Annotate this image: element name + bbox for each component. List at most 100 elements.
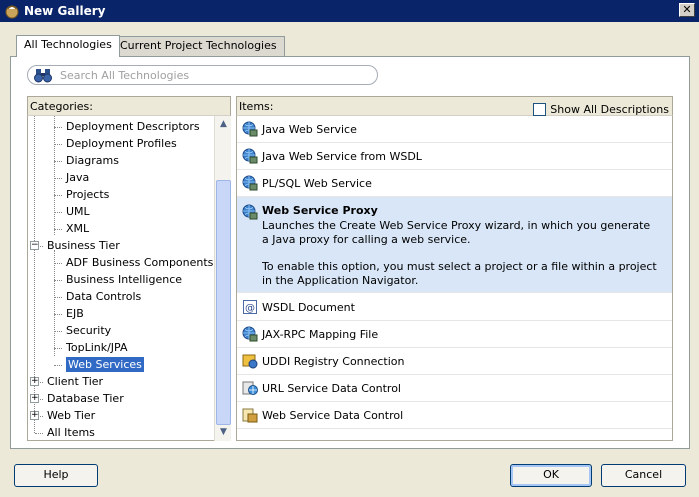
tab-all-technologies[interactable]: All Technologies (16, 35, 120, 57)
close-button[interactable]: ✕ (679, 3, 695, 17)
svg-text:@: @ (245, 303, 255, 314)
gallery-item-text: JAX-RPC Mapping File (262, 327, 379, 341)
wsdl-document-icon: @ (242, 299, 258, 315)
gallery-item[interactable]: UDDI Registry Connection (237, 348, 672, 375)
tree-connector (54, 127, 62, 128)
categories-tree[interactable]: Deployment Descriptors Deployment Profile… (27, 116, 231, 441)
gallery-item-title: Web Service Proxy (262, 204, 378, 217)
category-label: Business Intelligence (66, 273, 183, 286)
scroll-thumb[interactable] (216, 180, 231, 425)
tree-connector (54, 144, 62, 145)
category-item[interactable]: ADF Business Components (66, 254, 213, 271)
items-list[interactable]: Java Web Service Java Web Service from WS… (236, 116, 673, 441)
category-item[interactable]: Deployment Descriptors (66, 118, 200, 135)
category-label: Diagrams (66, 154, 119, 167)
scroll-down-icon[interactable]: ▼ (216, 425, 231, 440)
gallery-item-note: To enable this option, you must select a… (262, 260, 657, 287)
items-label: Items: (239, 100, 274, 113)
tree-connector (54, 314, 62, 315)
category-item[interactable]: EJB (66, 305, 84, 322)
category-label: EJB (66, 307, 84, 320)
tree-connector (54, 263, 62, 264)
tree-connector (54, 178, 62, 179)
tree-connector (54, 161, 62, 162)
category-item[interactable]: Security (66, 322, 111, 339)
window-title: New Gallery (24, 4, 106, 18)
gallery-item[interactable]: @ WSDL Document (237, 294, 672, 321)
gallery-item[interactable]: Java Web Service (237, 116, 672, 143)
category-item[interactable]: Business Tier (47, 237, 120, 254)
scroll-up-icon[interactable]: ▲ (216, 117, 231, 132)
category-item[interactable]: Data Controls (66, 288, 141, 305)
category-item[interactable]: UML (66, 203, 90, 220)
title-bar[interactable]: New Gallery ✕ (0, 0, 699, 22)
search-input[interactable] (58, 68, 358, 82)
tree-connector (35, 433, 43, 434)
panel-splitter[interactable] (232, 96, 235, 441)
tree-connector (54, 212, 62, 213)
category-item[interactable]: TopLink/JPA (66, 339, 128, 356)
web-service-globe-icon (242, 326, 258, 342)
gallery-item-text: UDDI Registry Connection (262, 354, 405, 368)
categories-scrollbar[interactable]: ▲ ▼ (214, 116, 231, 441)
gallery-item[interactable]: Web Service Proxy Launches the Create Web… (237, 197, 672, 293)
category-item[interactable]: Projects (66, 186, 109, 203)
category-item[interactable]: Diagrams (66, 152, 119, 169)
category-label: XML (66, 222, 90, 235)
category-item[interactable]: Database Tier (47, 390, 124, 407)
category-label: All Items (47, 426, 95, 439)
cancel-button[interactable]: Cancel (601, 464, 686, 487)
help-button[interactable]: Help (14, 464, 98, 487)
web-service-globe-icon (242, 148, 258, 164)
categories-label: Categories: (30, 100, 93, 113)
category-item[interactable]: Web Services (66, 356, 144, 373)
app-icon (5, 5, 19, 19)
close-icon: ✕ (682, 3, 692, 16)
tree-connector (54, 229, 62, 230)
tree-guide-line (54, 116, 55, 235)
tree-connector (54, 280, 62, 281)
checkbox-box[interactable] (533, 103, 547, 116)
expand-icon[interactable]: + (30, 394, 39, 403)
tab-current-project-technologies[interactable]: Current Project Technologies (112, 36, 285, 56)
uddi-connection-icon (242, 353, 258, 369)
category-item[interactable]: Web Tier (47, 407, 95, 424)
binoculars-icon (34, 69, 52, 83)
collapse-icon[interactable]: − (30, 241, 39, 250)
gallery-item[interactable]: Web Service Data Control (237, 402, 672, 429)
category-item[interactable]: XML (66, 220, 89, 237)
url-data-control-icon (242, 380, 258, 396)
category-label: TopLink/JPA (66, 341, 128, 354)
gallery-item[interactable]: PL/SQL Web Service (237, 170, 672, 197)
category-label: Database Tier (47, 392, 124, 405)
category-label: Business Tier (47, 239, 120, 252)
category-item[interactable]: Deployment Profiles (66, 135, 177, 152)
category-item[interactable]: Client Tier (47, 373, 103, 390)
expand-icon[interactable]: + (30, 377, 39, 386)
category-label: Client Tier (47, 375, 104, 388)
tree-connector (54, 195, 62, 196)
category-label: Web Tier (47, 409, 96, 422)
gallery-item-text: URL Service Data Control (262, 381, 401, 395)
category-label: Java (66, 171, 90, 184)
category-label: Data Controls (66, 290, 142, 303)
gallery-item-description: Launches the Create Web Service Proxy wi… (262, 219, 651, 246)
category-label: Deployment Descriptors (66, 120, 200, 133)
category-item[interactable]: Java (66, 169, 89, 186)
category-label: Web Services (66, 357, 144, 372)
search-box[interactable] (27, 65, 378, 85)
expand-icon[interactable]: + (30, 411, 39, 420)
gallery-item-text: Java Web Service (262, 122, 357, 136)
category-label: Projects (66, 188, 110, 201)
category-item[interactable]: All Items (47, 424, 95, 440)
category-item[interactable]: Business Intelligence (66, 271, 182, 288)
gallery-item[interactable]: Java Web Service from WSDL (237, 143, 672, 170)
tree-connector (54, 331, 62, 332)
category-label: ADF Business Components (66, 256, 214, 269)
gallery-item[interactable]: JAX-RPC Mapping File (237, 321, 672, 348)
ws-data-control-icon (242, 407, 258, 423)
ok-button[interactable]: OK (510, 464, 592, 487)
categories-header: Categories: (27, 96, 231, 116)
category-label: Deployment Profiles (66, 137, 177, 150)
gallery-item[interactable]: URL Service Data Control (237, 375, 672, 402)
